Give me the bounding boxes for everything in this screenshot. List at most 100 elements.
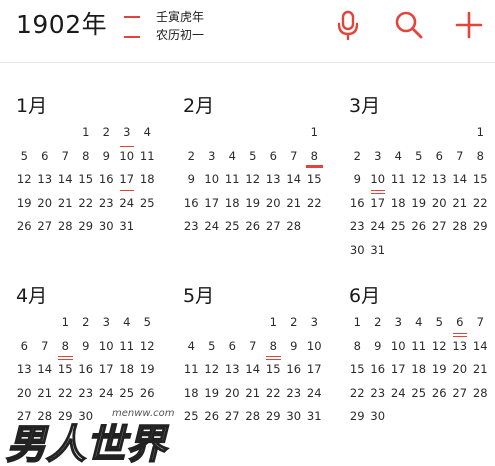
day-cell[interactable]: 16	[76, 358, 97, 382]
day-cell[interactable]: 1	[304, 121, 325, 145]
day-cell[interactable]: 13	[14, 358, 35, 382]
day-cell[interactable]: 25	[222, 215, 243, 239]
day-cell[interactable]: 1	[470, 121, 491, 145]
day-cell[interactable]: 6	[222, 335, 243, 359]
day-cell[interactable]: 8	[76, 145, 97, 169]
day-cell[interactable]: 24	[368, 215, 389, 239]
day-cell[interactable]: 2	[347, 145, 368, 169]
month-title[interactable]: 5月	[181, 282, 331, 310]
day-cell[interactable]: 28	[55, 215, 76, 239]
lunar-info[interactable]: 壬寅虎年 农历初一	[156, 8, 204, 44]
day-cell[interactable]: 20	[35, 192, 56, 216]
voice-button[interactable]	[331, 8, 365, 42]
day-cell[interactable]: 12	[14, 168, 35, 192]
day-cell[interactable]: 6	[450, 311, 471, 335]
day-cell[interactable]: 8	[55, 335, 76, 359]
day-cell[interactable]: 16	[96, 168, 117, 192]
day-cell[interactable]: 8	[304, 145, 325, 169]
day-cell[interactable]: 28	[450, 215, 471, 239]
day-cell[interactable]: 28	[284, 215, 305, 239]
day-cell[interactable]: 10	[96, 335, 117, 359]
day-cell[interactable]: 9	[368, 335, 389, 359]
day-cell[interactable]: 3	[117, 121, 138, 145]
day-cell[interactable]: 12	[409, 168, 430, 192]
day-cell[interactable]: 17	[388, 358, 409, 382]
year-title[interactable]: 1902年	[16, 8, 107, 42]
day-cell[interactable]: 5	[429, 311, 450, 335]
day-cell[interactable]: 23	[284, 382, 305, 406]
day-cell[interactable]: 19	[429, 358, 450, 382]
month-february[interactable]: 2月 1 2 3 4 5 6 7 8 9 10 11 12 13 14 15 16 17 18 19 20 21 22 23…	[181, 92, 331, 239]
day-cell[interactable]: 19	[137, 358, 158, 382]
day-cell[interactable]: 12	[137, 335, 158, 359]
day-cell[interactable]: 26	[429, 382, 450, 406]
day-cell[interactable]: 10	[304, 335, 325, 359]
day-cell[interactable]: 17	[368, 192, 389, 216]
day-cell[interactable]: 15	[347, 358, 368, 382]
day-cell[interactable]: 3	[388, 311, 409, 335]
day-cell[interactable]: 17	[202, 192, 223, 216]
day-cell[interactable]: 15	[470, 168, 491, 192]
day-cell[interactable]: 25	[137, 192, 158, 216]
day-cell[interactable]: 9	[96, 145, 117, 169]
day-cell[interactable]: 13	[450, 335, 471, 359]
day-cell[interactable]: 4	[388, 145, 409, 169]
day-cell[interactable]: 18	[222, 192, 243, 216]
month-january[interactable]: 1月 1 2 3 4 5 6 7 8 9 10 11 12 13 14 15 16 17 18 19 20 21 22 23…	[14, 92, 164, 239]
day-cell[interactable]: 5	[14, 145, 35, 169]
day-cell[interactable]: 5	[243, 145, 264, 169]
day-cell[interactable]: 27	[450, 382, 471, 406]
day-cell[interactable]: 10	[368, 168, 389, 192]
day-cell[interactable]: 6	[35, 145, 56, 169]
day-cell[interactable]: 4	[409, 311, 430, 335]
day-cell[interactable]: 28	[470, 382, 491, 406]
day-cell[interactable]: 17	[304, 358, 325, 382]
day-cell[interactable]: 21	[55, 192, 76, 216]
day-cell[interactable]: 7	[35, 335, 56, 359]
day-cell[interactable]: 10	[117, 145, 138, 169]
day-cell[interactable]: 29	[347, 405, 368, 429]
day-cell[interactable]: 18	[388, 192, 409, 216]
day-cell[interactable]: 11	[181, 358, 202, 382]
day-cell[interactable]: 14	[284, 168, 305, 192]
day-cell[interactable]: 15	[76, 168, 97, 192]
day-cell[interactable]: 10	[202, 168, 223, 192]
day-cell[interactable]: 4	[222, 145, 243, 169]
day-cell[interactable]: 24	[202, 215, 223, 239]
day-cell[interactable]: 21	[450, 192, 471, 216]
day-cell[interactable]: 2	[284, 311, 305, 335]
day-cell[interactable]: 22	[470, 192, 491, 216]
day-cell[interactable]: 21	[470, 358, 491, 382]
day-cell[interactable]: 20	[263, 192, 284, 216]
day-cell[interactable]: 18	[117, 358, 138, 382]
day-cell[interactable]: 20	[222, 382, 243, 406]
day-cell[interactable]: 27	[222, 405, 243, 429]
day-cell[interactable]: 29	[76, 215, 97, 239]
day-cell[interactable]: 24	[304, 382, 325, 406]
lunar-toggle-mark[interactable]	[124, 14, 140, 40]
day-cell[interactable]: 5	[202, 335, 223, 359]
day-cell[interactable]: 26	[202, 405, 223, 429]
day-cell[interactable]: 16	[368, 358, 389, 382]
day-cell[interactable]: 23	[347, 215, 368, 239]
day-cell[interactable]: 12	[202, 358, 223, 382]
month-title[interactable]: 4月	[14, 282, 164, 310]
month-may[interactable]: 5月 1 2 3 4 5 6 7 8 9 10 11 12 13 14 15 16 17 18 19 20 21 22 23…	[181, 282, 331, 429]
day-cell[interactable]: 30	[284, 405, 305, 429]
month-title[interactable]: 1月	[14, 92, 164, 120]
day-cell[interactable]: 9	[76, 335, 97, 359]
day-cell[interactable]: 27	[35, 215, 56, 239]
day-cell[interactable]: 19	[202, 382, 223, 406]
day-cell[interactable]: 30	[368, 405, 389, 429]
day-cell[interactable]: 13	[222, 358, 243, 382]
day-cell[interactable]: 22	[304, 192, 325, 216]
day-cell[interactable]: 27	[429, 215, 450, 239]
day-cell[interactable]: 23	[181, 215, 202, 239]
day-cell[interactable]: 8	[347, 335, 368, 359]
day-cell[interactable]: 5	[137, 311, 158, 335]
day-cell[interactable]: 11	[222, 168, 243, 192]
month-title[interactable]: 3月	[347, 92, 495, 120]
day-cell[interactable]: 14	[55, 168, 76, 192]
day-cell[interactable]: 16	[181, 192, 202, 216]
day-cell[interactable]: 25	[388, 215, 409, 239]
